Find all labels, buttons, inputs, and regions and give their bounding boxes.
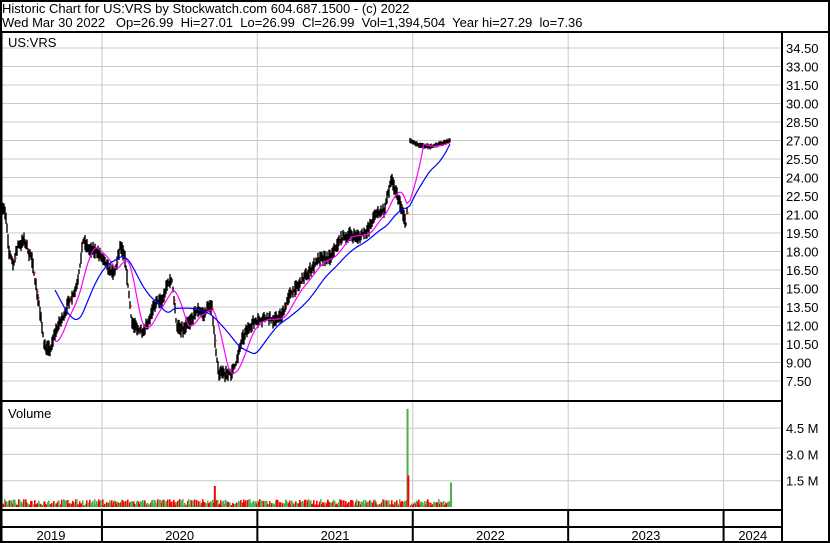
price-tick-label: 12.00 (786, 319, 819, 334)
volume-spike-bar (450, 482, 453, 507)
year-label: 2021 (321, 528, 350, 543)
price-tick-label: 18.00 (786, 245, 819, 260)
price-tick-label: 33.00 (786, 60, 819, 75)
year-label: 2023 (631, 528, 660, 543)
down-tick-mark (407, 212, 409, 215)
price-tick-label: 31.50 (786, 78, 819, 93)
year-label: 2020 (165, 528, 194, 543)
price-tick-label: 27.00 (786, 134, 819, 149)
price-tick-label: 28.50 (786, 115, 819, 130)
symbol-label: US:VRS (8, 35, 57, 50)
chart-border (0, 0, 830, 543)
year-label: 2024 (738, 528, 767, 543)
down-tick-mark (28, 248, 30, 251)
volume-label: Volume (8, 406, 51, 421)
volume-tick-label: 1.5 M (786, 474, 819, 489)
price-tick-label: 22.50 (786, 189, 819, 204)
price-tick-label: 25.50 (786, 152, 819, 167)
down-tick-mark (15, 257, 17, 260)
down-tick-mark (117, 261, 119, 264)
price-tick-label: 21.00 (786, 208, 819, 223)
volume-tick-label: 3.0 M (786, 447, 819, 462)
year-label: 2019 (37, 528, 66, 543)
price-tick-label: 24.00 (786, 171, 819, 186)
volume-spike-bar (407, 475, 410, 507)
price-tick-label: 9.00 (786, 356, 811, 371)
stock-chart: 7.50 9.00 10.50 12.00 13.50 15.00 16.50 18.00 19… (0, 0, 830, 543)
price-tick-label: 19.50 (786, 226, 819, 241)
down-tick-mark (130, 304, 132, 307)
price-tick-label: 30.00 (786, 97, 819, 112)
price-tick-label: 7.50 (786, 374, 811, 389)
volume-tick-label: 4.5 M (786, 421, 819, 436)
down-tick-mark (38, 297, 40, 300)
price-tick-label: 34.50 (786, 41, 819, 56)
price-tick-label: 16.50 (786, 263, 819, 278)
price-tick-label: 15.00 (786, 282, 819, 297)
price-tick-label: 13.50 (786, 300, 819, 315)
volume-spike-bar (213, 485, 216, 507)
down-tick-mark (34, 271, 36, 274)
down-tick-mark (174, 299, 176, 302)
price-tick-label: 10.50 (786, 337, 819, 352)
down-tick-mark (215, 339, 217, 342)
down-tick-mark (234, 367, 236, 370)
year-label: 2022 (476, 528, 505, 543)
down-tick-mark (37, 290, 39, 293)
